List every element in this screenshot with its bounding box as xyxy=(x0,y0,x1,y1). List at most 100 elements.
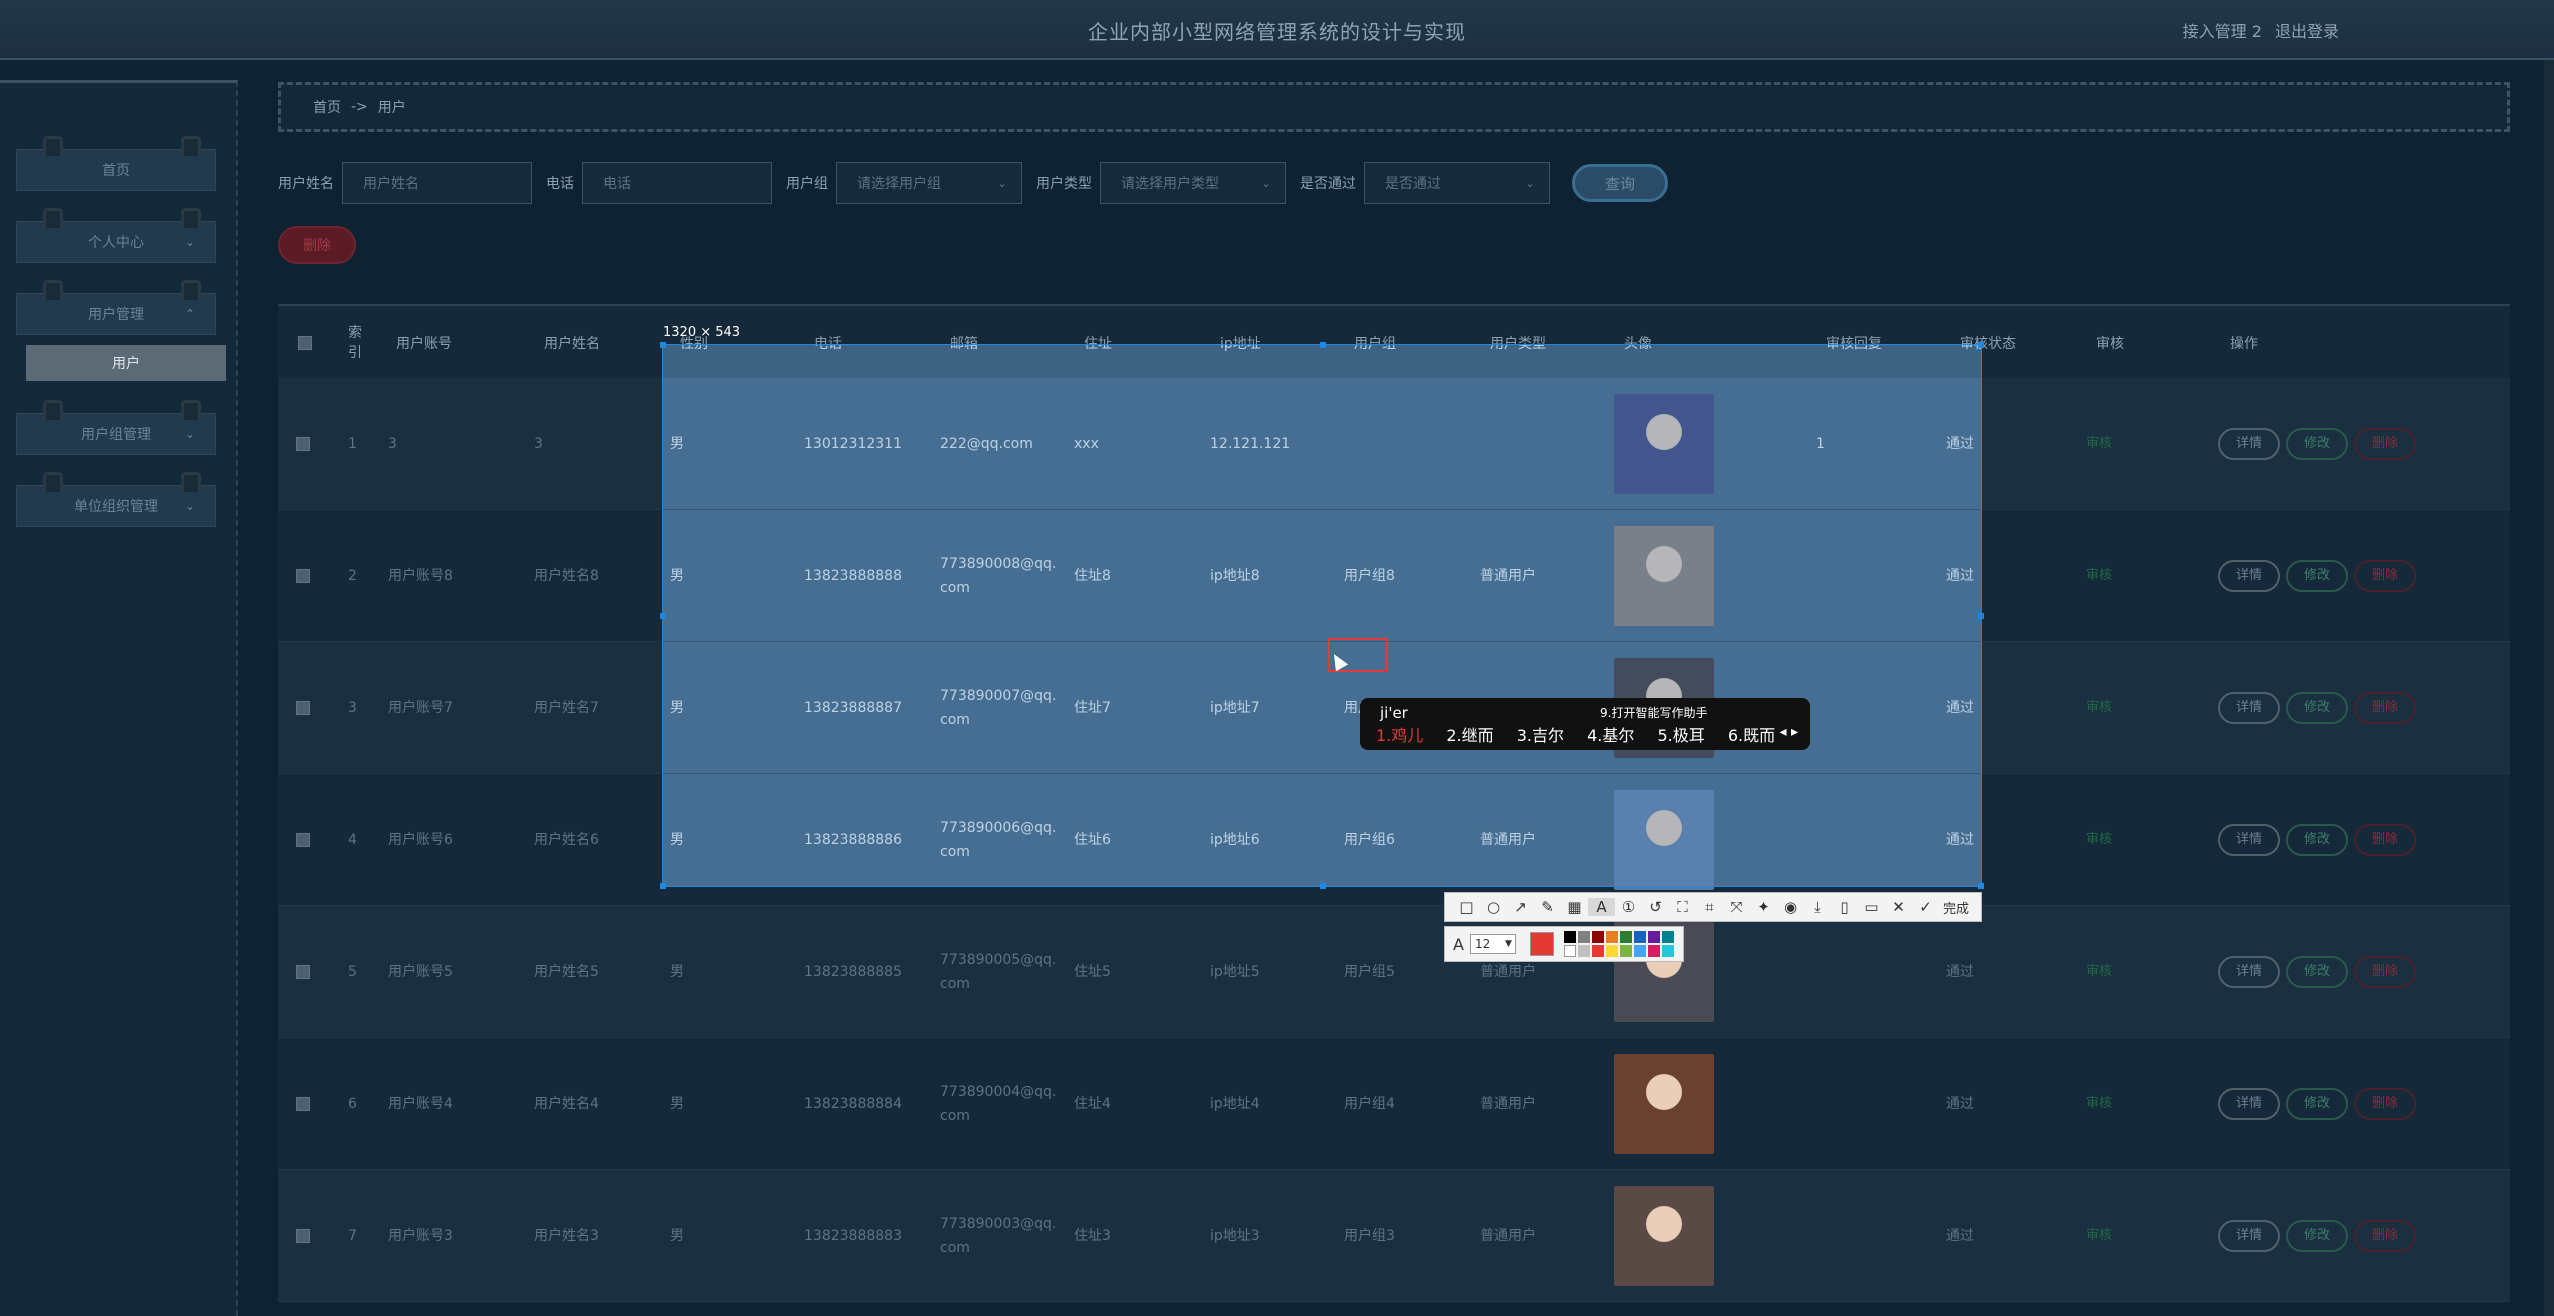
row-checkbox[interactable] xyxy=(296,701,310,715)
detail-button[interactable]: 详情 xyxy=(2218,824,2280,856)
number-tool-icon[interactable]: ① xyxy=(1615,898,1642,916)
row-checkbox[interactable] xyxy=(296,569,310,583)
color-swatch[interactable] xyxy=(1577,945,1590,957)
sidebar-item-usergroup-management[interactable]: 用户组管理 ⌄ xyxy=(16,400,216,455)
query-button[interactable]: 查询 xyxy=(1572,164,1668,202)
ime-hint[interactable]: 9.打开智能写作助手 xyxy=(1600,704,1707,721)
cell-audit[interactable]: 审核 xyxy=(2086,510,2112,642)
row-checkbox[interactable] xyxy=(296,1097,310,1111)
ime-candidate[interactable]: 2.继而 xyxy=(1446,726,1493,745)
logout-link[interactable]: 退出登录 xyxy=(2275,22,2339,41)
row-checkbox[interactable] xyxy=(296,437,310,451)
phone-input[interactable]: 电话 xyxy=(582,162,772,204)
color-swatch[interactable] xyxy=(1605,945,1618,957)
ime-candidate[interactable]: 4.基尔 xyxy=(1587,726,1634,745)
cell-audit[interactable]: 审核 xyxy=(2086,906,2112,1038)
sidebar-item-personal-center[interactable]: 个人中心 ⌄ xyxy=(16,208,216,263)
download-icon[interactable]: ⤓ xyxy=(1804,898,1831,916)
delete-button[interactable]: 删除 xyxy=(2354,428,2416,460)
sidebar-item-org-management[interactable]: 单位组织管理 ⌄ xyxy=(16,472,216,527)
current-color-swatch[interactable] xyxy=(1529,932,1554,956)
color-swatch[interactable] xyxy=(1619,931,1632,943)
type-select[interactable]: 请选择用户类型 ⌄ xyxy=(1100,162,1286,204)
save-icon[interactable]: ▭ xyxy=(1858,898,1885,916)
delete-button[interactable]: 删除 xyxy=(2354,1088,2416,1120)
color-swatch[interactable] xyxy=(1563,945,1576,957)
phone-send-icon[interactable]: ▯ xyxy=(1831,898,1858,916)
detail-button[interactable]: 详情 xyxy=(2218,428,2280,460)
breadcrumb-home[interactable]: 首页 xyxy=(313,97,341,117)
color-swatch[interactable] xyxy=(1605,931,1618,943)
color-swatch[interactable] xyxy=(1661,931,1674,943)
sidebar-item-user-management[interactable]: 用户管理 ⌃ xyxy=(16,280,216,335)
check-icon[interactable]: ✓ xyxy=(1912,898,1939,916)
cell-audit[interactable]: 审核 xyxy=(2086,1170,2112,1302)
ime-candidate-bar[interactable]: ji'er 9.打开智能写作助手 1.鸡儿 2.继而 3.吉尔 4.基尔 5.极… xyxy=(1360,698,1810,750)
detail-button[interactable]: 详情 xyxy=(2218,560,2280,592)
color-swatch[interactable] xyxy=(1563,931,1576,943)
detail-button[interactable]: 详情 xyxy=(2218,692,2280,724)
color-swatch[interactable] xyxy=(1647,931,1660,943)
pass-select[interactable]: 是否通过 ⌄ xyxy=(1364,162,1550,204)
color-swatch[interactable] xyxy=(1633,945,1646,957)
page-scrollbar[interactable] xyxy=(2544,60,2554,1316)
edit-button[interactable]: 修改 xyxy=(2286,560,2348,592)
batch-delete-button[interactable]: 删除 xyxy=(278,226,356,264)
header-account: 用户账号 xyxy=(396,336,452,352)
rectangle-tool-icon[interactable]: □ xyxy=(1453,898,1480,916)
done-button[interactable]: 完成 xyxy=(1943,898,1969,917)
sidebar-item-home[interactable]: 首页 xyxy=(16,136,216,191)
ime-page-arrows-icon[interactable]: ◂ ▸ xyxy=(1779,724,1798,740)
edit-button[interactable]: 修改 xyxy=(2286,1220,2348,1252)
delete-button[interactable]: 删除 xyxy=(2354,692,2416,724)
ime-candidate[interactable]: 1.鸡儿 xyxy=(1376,726,1423,745)
color-swatch[interactable] xyxy=(1647,945,1660,957)
delete-button[interactable]: 删除 xyxy=(2354,956,2416,988)
ime-candidate[interactable]: 6.既而 xyxy=(1728,726,1775,745)
pen-tool-icon[interactable]: ✎ xyxy=(1534,898,1561,916)
group-select[interactable]: 请选择用户组 ⌄ xyxy=(836,162,1022,204)
cell-audit[interactable]: 审核 xyxy=(2086,642,2112,774)
delete-button[interactable]: 删除 xyxy=(2354,560,2416,592)
detail-button[interactable]: 详情 xyxy=(2218,956,2280,988)
edit-button[interactable]: 修改 xyxy=(2286,956,2348,988)
record-icon[interactable]: ◉ xyxy=(1777,898,1804,916)
edit-button[interactable]: 修改 xyxy=(2286,692,2348,724)
delete-button[interactable]: 删除 xyxy=(2354,824,2416,856)
ellipse-tool-icon[interactable]: ○ xyxy=(1480,898,1507,916)
color-swatch[interactable] xyxy=(1633,931,1646,943)
row-checkbox[interactable] xyxy=(296,833,310,847)
detail-button[interactable]: 详情 xyxy=(2218,1088,2280,1120)
color-swatch[interactable] xyxy=(1619,945,1632,957)
cell-audit[interactable]: 审核 xyxy=(2086,1038,2112,1170)
color-swatch[interactable] xyxy=(1661,945,1674,957)
long-screenshot-icon[interactable]: ⤧ xyxy=(1723,898,1750,916)
arrow-tool-icon[interactable]: ↗ xyxy=(1507,898,1534,916)
color-swatch[interactable] xyxy=(1591,945,1604,957)
text-tool-icon[interactable]: A xyxy=(1588,898,1615,916)
cell-phone: 13823888887 xyxy=(804,700,902,716)
edit-button[interactable]: 修改 xyxy=(2286,1088,2348,1120)
row-checkbox[interactable] xyxy=(296,965,310,979)
select-all-checkbox[interactable] xyxy=(298,336,312,350)
delete-button[interactable]: 删除 xyxy=(2354,1220,2416,1252)
cell-audit[interactable]: 审核 xyxy=(2086,774,2112,906)
mosaic-tool-icon[interactable]: ▦ xyxy=(1561,898,1588,916)
ime-candidate[interactable]: 5.极耳 xyxy=(1658,726,1705,745)
row-checkbox[interactable] xyxy=(296,1229,310,1243)
edit-button[interactable]: 修改 xyxy=(2286,824,2348,856)
close-icon[interactable]: ✕ xyxy=(1885,898,1912,916)
username-input[interactable]: 用户姓名 xyxy=(342,162,532,204)
ocr-icon[interactable]: ⛶ xyxy=(1669,898,1696,916)
ime-candidate[interactable]: 3.吉尔 xyxy=(1517,726,1564,745)
undo-icon[interactable]: ↺ xyxy=(1642,898,1669,916)
sidebar-subitem-user[interactable]: 用户 xyxy=(26,345,226,381)
translate-icon[interactable]: ⌗ xyxy=(1696,898,1723,916)
color-swatch[interactable] xyxy=(1591,931,1604,943)
color-swatch[interactable] xyxy=(1577,931,1590,943)
font-size-select[interactable]: 12 ▼ xyxy=(1469,934,1516,954)
cell-audit[interactable]: 审核 xyxy=(2086,378,2112,510)
pin-icon[interactable]: ✦ xyxy=(1750,898,1777,916)
detail-button[interactable]: 详情 xyxy=(2218,1220,2280,1252)
edit-button[interactable]: 修改 xyxy=(2286,428,2348,460)
